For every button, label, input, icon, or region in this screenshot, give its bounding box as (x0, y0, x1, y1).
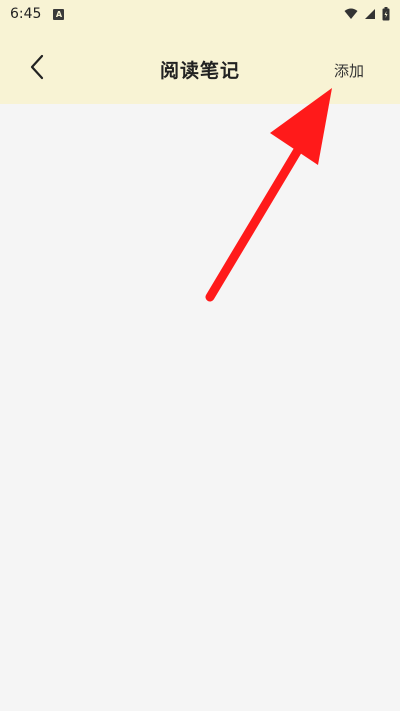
battery-icon (382, 7, 390, 21)
toolbar: 阅读笔记 添加 (0, 28, 400, 104)
status-bar-right (344, 7, 390, 21)
signal-icon (365, 9, 375, 19)
add-button[interactable]: 添加 (334, 60, 364, 81)
notes-list-area (0, 104, 400, 711)
reading-notes-screen: 6:45 A 阅读笔记 添加 (0, 0, 400, 711)
wifi-icon (344, 8, 358, 19)
notification-icon: A (53, 8, 65, 20)
status-bar: 6:45 A (0, 0, 400, 28)
status-time: 6:45 (10, 6, 42, 22)
status-bar-left: 6:45 A (10, 6, 65, 22)
